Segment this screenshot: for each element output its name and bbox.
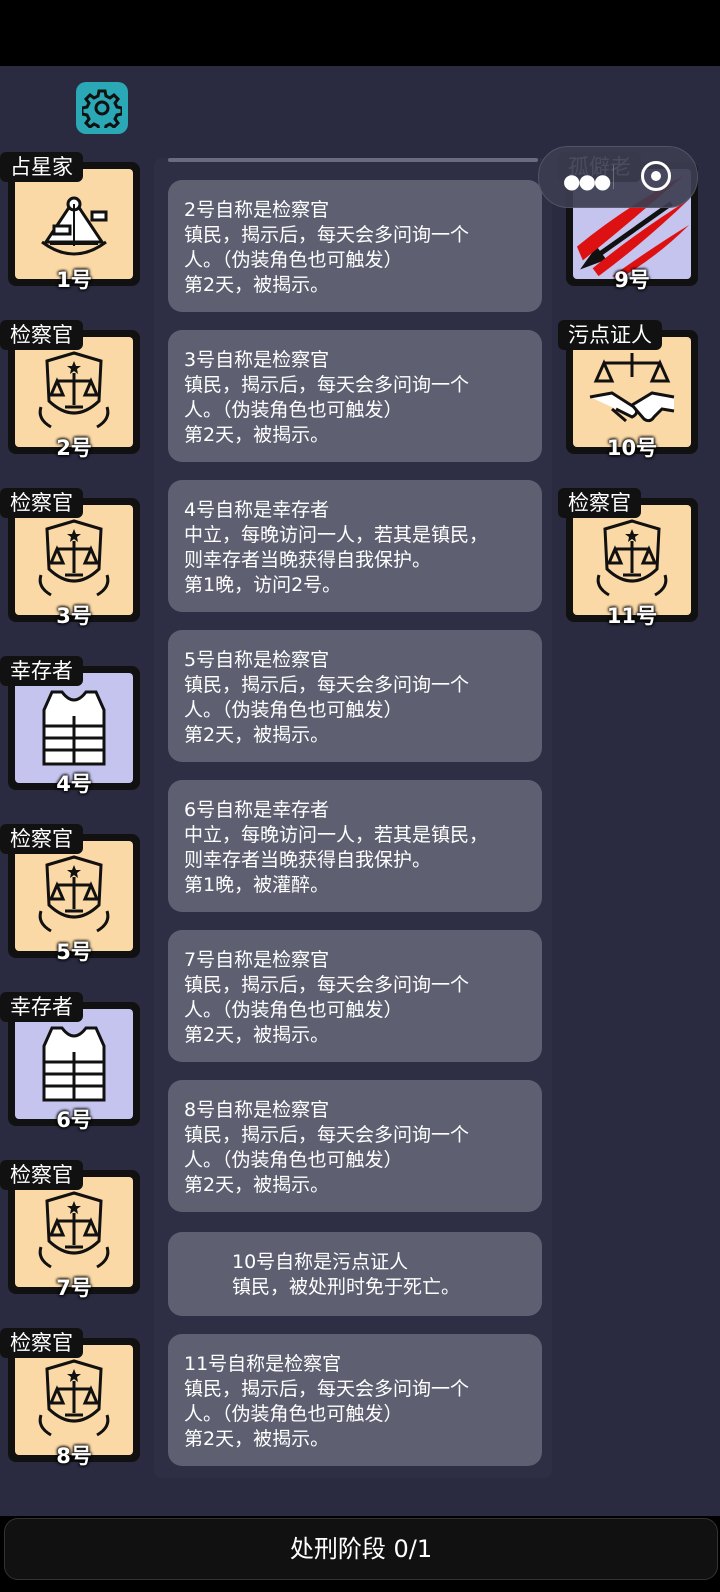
player-card-left-2[interactable]: 检察官 2号 [0,320,140,460]
player-card-right-10[interactable]: 污点证人 10号 [558,320,698,460]
role-label: 检察官 [0,824,83,854]
log-line: 人。（伪装角色也可触发） [184,249,403,271]
player-number: 3号 [56,604,92,628]
handshake-scales-icon [573,337,691,447]
log-message: 3号自称是检察官镇民，揭示后，每天会多问询一个 人。（伪装角色也可触发） 第2天，被… [168,330,542,462]
settings-button[interactable] [76,82,128,134]
log-line: 镇民，揭示后，每天会多问询一个 [184,374,470,396]
log-line: 8号自称是检察官 [184,1099,330,1121]
log-line: 6号自称是幸存者 [184,799,330,821]
player-number: 7号 [56,1276,92,1300]
player-card-left-3[interactable]: 检察官 3号 [0,488,140,628]
miniprogram-capsule: ●●● [538,146,698,208]
message-log[interactable]: 2号自称是检察官镇民，揭示后，每天会多问询一个 人。（伪装角色也可触发） 第2天，被… [154,158,552,1478]
player-card-left-4[interactable]: 幸存者 4号 [0,656,140,796]
log-line: 镇民，揭示后，每天会多问询一个 [184,1378,470,1400]
log-message: 5号自称是检察官镇民，揭示后，每天会多问询一个 人。（伪装角色也可触发） 第2天，被… [168,630,542,762]
log-line: 11号自称是检察官 [184,1353,342,1375]
scales-badge-icon [15,841,133,951]
log-line: 镇民，揭示后，每天会多问询一个 [184,1124,470,1146]
role-label: 检察官 [558,488,641,518]
sextant-icon [15,169,133,279]
vest-icon [15,1009,133,1119]
role-label: 检察官 [0,1328,83,1358]
log-line: 10号自称是污点证人 [232,1251,409,1273]
log-line: 镇民，揭示后，每天会多问询一个 [184,974,470,996]
log-line: 7号自称是检察官 [184,949,330,971]
role-label: 检察官 [0,488,83,518]
role-label: 检察官 [0,320,83,350]
log-line: 第1晚，被灌醉。 [184,874,330,896]
log-message: 2号自称是检察官镇民，揭示后，每天会多问询一个 人。（伪装角色也可触发） 第2天，被… [168,180,542,312]
log-line: 第2天，被揭示。 [184,1024,330,1046]
log-message: 6号自称是幸存者中立，每晚访问一人，若其是镇民， 则幸存者当晚获得自我保护。 第1晚… [168,780,542,912]
player-number: 4号 [56,772,92,796]
gear-icon [82,89,122,128]
log-line: 3号自称是检察官 [184,349,330,371]
player-card-left-1[interactable]: 占星家 1号 [0,152,140,292]
player-number: 9号 [614,268,650,292]
log-line: 中立，每晚访问一人，若其是镇民， [184,824,489,846]
log-line: 第2天，被揭示。 [184,274,330,296]
player-card-right-11[interactable]: 检察官 11号 [558,488,698,628]
player-number: 8号 [56,1444,92,1468]
scales-badge-icon [573,505,691,615]
log-line: 镇民，揭示后，每天会多问询一个 [184,224,470,246]
log-line: 中立，每晚访问一人，若其是镇民， [184,524,489,546]
log-line: 则幸存者当晚获得自我保护。 [184,849,432,871]
log-line: 4号自称是幸存者 [184,499,330,521]
role-label: 占星家 [0,152,83,182]
player-number: 2号 [56,436,92,460]
vest-icon [15,673,133,783]
close-target-icon[interactable] [641,161,671,191]
log-message: 7号自称是检察官镇民，揭示后，每天会多问询一个 人。（伪装角色也可触发） 第2天，被… [168,930,542,1062]
log-line: 2号自称是检察官 [184,199,330,221]
player-number: 6号 [56,1108,92,1132]
log-line: 人。（伪装角色也可触发） [184,399,403,421]
log-message: 8号自称是检察官镇民，揭示后，每天会多问询一个 人。（伪装角色也可触发） 第2天，被… [168,1080,542,1212]
log-message: 4号自称是幸存者中立，每晚访问一人，若其是镇民， 则幸存者当晚获得自我保护。 第1晚… [168,480,542,612]
log-line: 5号自称是检察官 [184,649,330,671]
scales-badge-icon [15,505,133,615]
role-label: 检察官 [0,1160,83,1190]
player-number: 11号 [606,604,658,628]
player-number: 1号 [56,268,92,292]
log-line: 则幸存者当晚获得自我保护。 [184,549,432,571]
scales-badge-icon [15,1177,133,1287]
log-line: 镇民，揭示后，每天会多问询一个 [184,674,470,696]
log-line: 第2天，被揭示。 [184,1428,330,1450]
log-message: 10号自称是污点证人镇民，被处刑时免于死亡。 [168,1232,542,1316]
log-line: 人。（伪装角色也可触发） [184,999,403,1021]
status-bar [0,0,720,66]
role-label: 幸存者 [0,656,83,686]
bottom-bar: 处刑阶段 0/1 [0,1516,720,1592]
log-message: 11号自称是检察官镇民，揭示后，每天会多问询一个 人。（伪装角色也可触发） 第2天，… [168,1334,542,1466]
player-card-left-5[interactable]: 检察官 5号 [0,824,140,964]
capsule-divider [613,165,614,189]
player-card-left-6[interactable]: 幸存者 6号 [0,992,140,1132]
log-scroll-edge [168,158,538,162]
log-line: 人。（伪装角色也可触发） [184,699,403,721]
log-line: 人。（伪装角色也可触发） [184,1149,403,1171]
log-line: 第2天，被揭示。 [184,1174,330,1196]
log-line: 第2天，被揭示。 [184,424,330,446]
player-number: 5号 [56,940,92,964]
log-line: 第1晚，访问2号。 [184,574,342,596]
phase-button[interactable]: 处刑阶段 0/1 [4,1518,718,1580]
log-line: 镇民，被处刑时免于死亡。 [232,1276,461,1298]
player-card-left-8[interactable]: 检察官 8号 [0,1328,140,1468]
log-line: 第2天，被揭示。 [184,724,330,746]
scales-badge-icon [15,337,133,447]
player-number: 10号 [606,436,658,460]
role-label: 幸存者 [0,992,83,1022]
role-label: 污点证人 [558,320,662,350]
scales-badge-icon [15,1345,133,1455]
player-card-left-7[interactable]: 检察官 7号 [0,1160,140,1300]
log-line: 人。（伪装角色也可触发） [184,1403,403,1425]
more-dots-icon[interactable]: ●●● [563,169,611,193]
